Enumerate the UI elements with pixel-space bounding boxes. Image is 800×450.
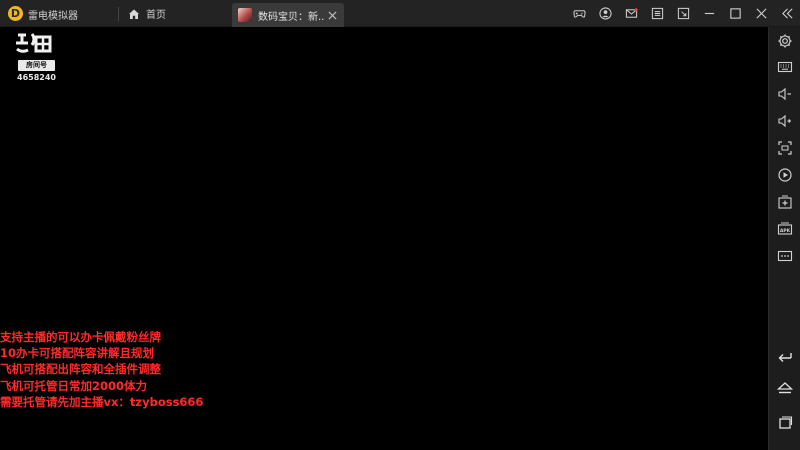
add-apk-button[interactable] xyxy=(769,190,800,214)
recent-apps-icon xyxy=(779,416,793,429)
tab-home[interactable]: 首页 xyxy=(124,0,224,27)
app-logo-icon: D xyxy=(8,6,23,21)
notice-line: 飞机可托管日常加2000体力 xyxy=(0,378,148,393)
apk-install-icon: APK xyxy=(777,222,793,235)
volume-up-icon xyxy=(778,114,791,128)
record-icon xyxy=(778,168,792,182)
fullscreen-exit-icon xyxy=(677,7,689,20)
notice-line: 飞机可搭配出阵容和全插件调整 xyxy=(0,362,161,377)
add-apk-icon xyxy=(778,195,792,209)
collapse-sidebar-icon xyxy=(781,8,793,19)
gamepad-button[interactable] xyxy=(566,0,592,27)
stream-notice: 支持主播的可以办卡佩戴粉丝牌 10办卡可搭配阵容讲解且规划 飞机可搭配出阵容和全… xyxy=(0,329,203,410)
keyboard-button[interactable] xyxy=(769,55,800,79)
user-icon xyxy=(598,7,612,20)
tab-close-button[interactable] xyxy=(324,7,340,23)
mail-icon xyxy=(625,8,638,18)
svg-text:APK: APK xyxy=(780,228,791,234)
room-id: 4658240 xyxy=(17,73,56,82)
emulator-screen[interactable]: 房间号 4658240 支持主播的可以办卡佩戴粉丝牌 10办卡可搭配阵容讲解且规… xyxy=(0,27,768,450)
home-icon xyxy=(129,9,139,19)
back-icon xyxy=(778,353,792,362)
volume-down-button[interactable] xyxy=(769,82,800,106)
tab-game-label: 数码宝贝：新... xyxy=(258,11,324,23)
keyboard-icon xyxy=(777,61,793,73)
account-button[interactable] xyxy=(592,0,618,27)
maximize-icon xyxy=(729,8,741,19)
android-recent-button[interactable] xyxy=(769,410,800,434)
home-icon xyxy=(777,382,793,394)
notice-line: 10办卡可搭配阵容讲解且规划 xyxy=(0,346,155,361)
settings-icon xyxy=(651,7,663,20)
record-button[interactable] xyxy=(769,163,800,187)
settings-button[interactable] xyxy=(769,29,800,53)
room-badge: 房间号 xyxy=(18,60,55,71)
tab-divider xyxy=(118,7,119,21)
close-icon xyxy=(755,8,767,19)
app-name: 雷电模拟器 xyxy=(28,11,78,22)
settings-gear-icon xyxy=(778,34,792,48)
maximize-button[interactable] xyxy=(722,0,748,27)
more-icon xyxy=(777,250,793,262)
shrink-button[interactable] xyxy=(670,0,696,27)
install-apk-button[interactable]: APK xyxy=(769,217,800,241)
minimize-icon xyxy=(704,12,714,15)
android-back-button[interactable] xyxy=(769,344,800,368)
notice-line: 需要托管请先加主播vx：tzyboss666 xyxy=(0,394,204,409)
menu-button[interactable] xyxy=(644,0,670,27)
tab-game[interactable]: 数码宝贝：新... xyxy=(232,3,344,27)
collapse-sidebar-button[interactable] xyxy=(774,0,800,27)
volume-down-icon xyxy=(778,87,791,101)
more-button[interactable] xyxy=(769,244,800,268)
volume-up-button[interactable] xyxy=(769,109,800,133)
screenshot-button[interactable] xyxy=(769,136,800,160)
gamepad-icon xyxy=(572,10,586,18)
close-window-button[interactable] xyxy=(748,0,774,27)
message-button[interactable] xyxy=(618,0,644,27)
android-home-button[interactable] xyxy=(769,376,800,400)
screenshot-icon xyxy=(778,141,792,155)
right-toolbar: APK xyxy=(768,27,800,450)
notice-line: 支持主播的可以办卡佩戴粉丝牌 xyxy=(0,330,161,344)
game-icon xyxy=(238,8,252,22)
close-icon xyxy=(327,10,337,20)
tab-home-label: 首页 xyxy=(146,10,166,21)
title-bar: D 雷电模拟器 首页 数码宝贝：新... xyxy=(0,0,800,27)
window-controls xyxy=(566,0,800,27)
minimize-button[interactable] xyxy=(696,0,722,27)
